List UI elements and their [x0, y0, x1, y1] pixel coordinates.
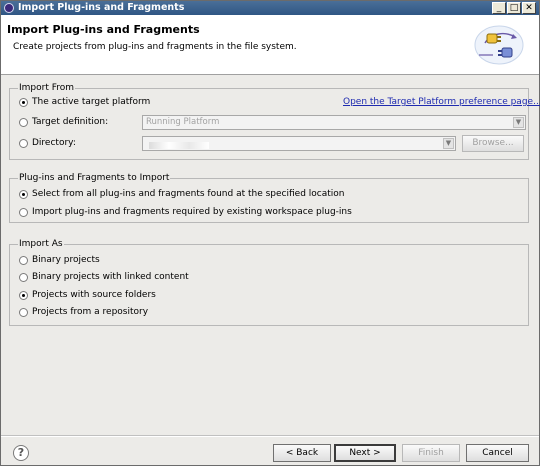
directory-label[interactable]: Directory: [32, 138, 76, 148]
minimize-button[interactable]: _ [492, 2, 506, 14]
source-folders-radio[interactable] [19, 291, 28, 300]
chevron-down-icon[interactable]: ▼ [513, 117, 524, 128]
import-dialog: Import Plug-ins and Fragments _ □ ✕ Impo… [0, 0, 540, 466]
cancel-button[interactable]: Cancel [466, 444, 529, 462]
plugin-import-banner-icon [474, 25, 524, 65]
import-as-label: Import As [18, 239, 64, 249]
repository-radio[interactable] [19, 308, 28, 317]
binary-linked-label[interactable]: Binary projects with linked content [32, 272, 189, 282]
active-target-label[interactable]: The active target platform [32, 97, 150, 107]
target-definition-combo[interactable]: Running Platform ▼ [142, 115, 526, 130]
help-icon[interactable]: ? [13, 445, 29, 461]
import-as-group: Import As Binary projects Binary project… [9, 239, 529, 326]
wizard-header: Import Plug-ins and Fragments Create pro… [1, 15, 539, 75]
title-bar[interactable]: Import Plug-ins and Fragments _ □ ✕ [1, 1, 539, 15]
binary-projects-label[interactable]: Binary projects [32, 255, 100, 265]
close-button[interactable]: ✕ [522, 2, 536, 14]
target-preference-link[interactable]: Open the Target Platform preference page… [343, 97, 540, 107]
active-target-radio[interactable] [19, 98, 28, 107]
window-title: Import Plug-ins and Fragments [18, 2, 185, 13]
directory-radio[interactable] [19, 139, 28, 148]
footer-separator [1, 435, 539, 437]
source-folders-label[interactable]: Projects with source folders [32, 290, 156, 300]
eclipse-icon [4, 3, 14, 13]
browse-button[interactable]: Browse... [462, 135, 524, 152]
select-all-radio[interactable] [19, 190, 28, 199]
redacted-path [149, 142, 209, 149]
import-required-label[interactable]: Import plug-ins and fragments required b… [32, 207, 352, 217]
target-definition-value: Running Platform [146, 117, 220, 127]
binary-linked-radio[interactable] [19, 273, 28, 282]
plugins-to-import-group: Plug-ins and Fragments to Import Select … [9, 173, 529, 223]
chevron-down-icon[interactable]: ▼ [443, 138, 454, 149]
back-button[interactable]: < Back [273, 444, 331, 462]
target-definition-radio[interactable] [19, 118, 28, 127]
plugins-to-import-label: Plug-ins and Fragments to Import [18, 173, 171, 183]
wizard-description: Create projects from plug-ins and fragme… [13, 42, 297, 52]
wizard-title: Import Plug-ins and Fragments [7, 23, 200, 36]
target-definition-label[interactable]: Target definition: [32, 117, 108, 127]
binary-projects-radio[interactable] [19, 256, 28, 265]
select-all-label[interactable]: Select from all plug-ins and fragments f… [32, 189, 345, 199]
maximize-button[interactable]: □ [507, 2, 521, 14]
import-required-radio[interactable] [19, 208, 28, 217]
finish-button[interactable]: Finish [402, 444, 460, 462]
next-button[interactable]: Next > [334, 444, 396, 462]
import-from-group: Import From The active target platform O… [9, 83, 540, 160]
import-from-label: Import From [18, 83, 76, 93]
repository-label[interactable]: Projects from a repository [32, 307, 148, 317]
